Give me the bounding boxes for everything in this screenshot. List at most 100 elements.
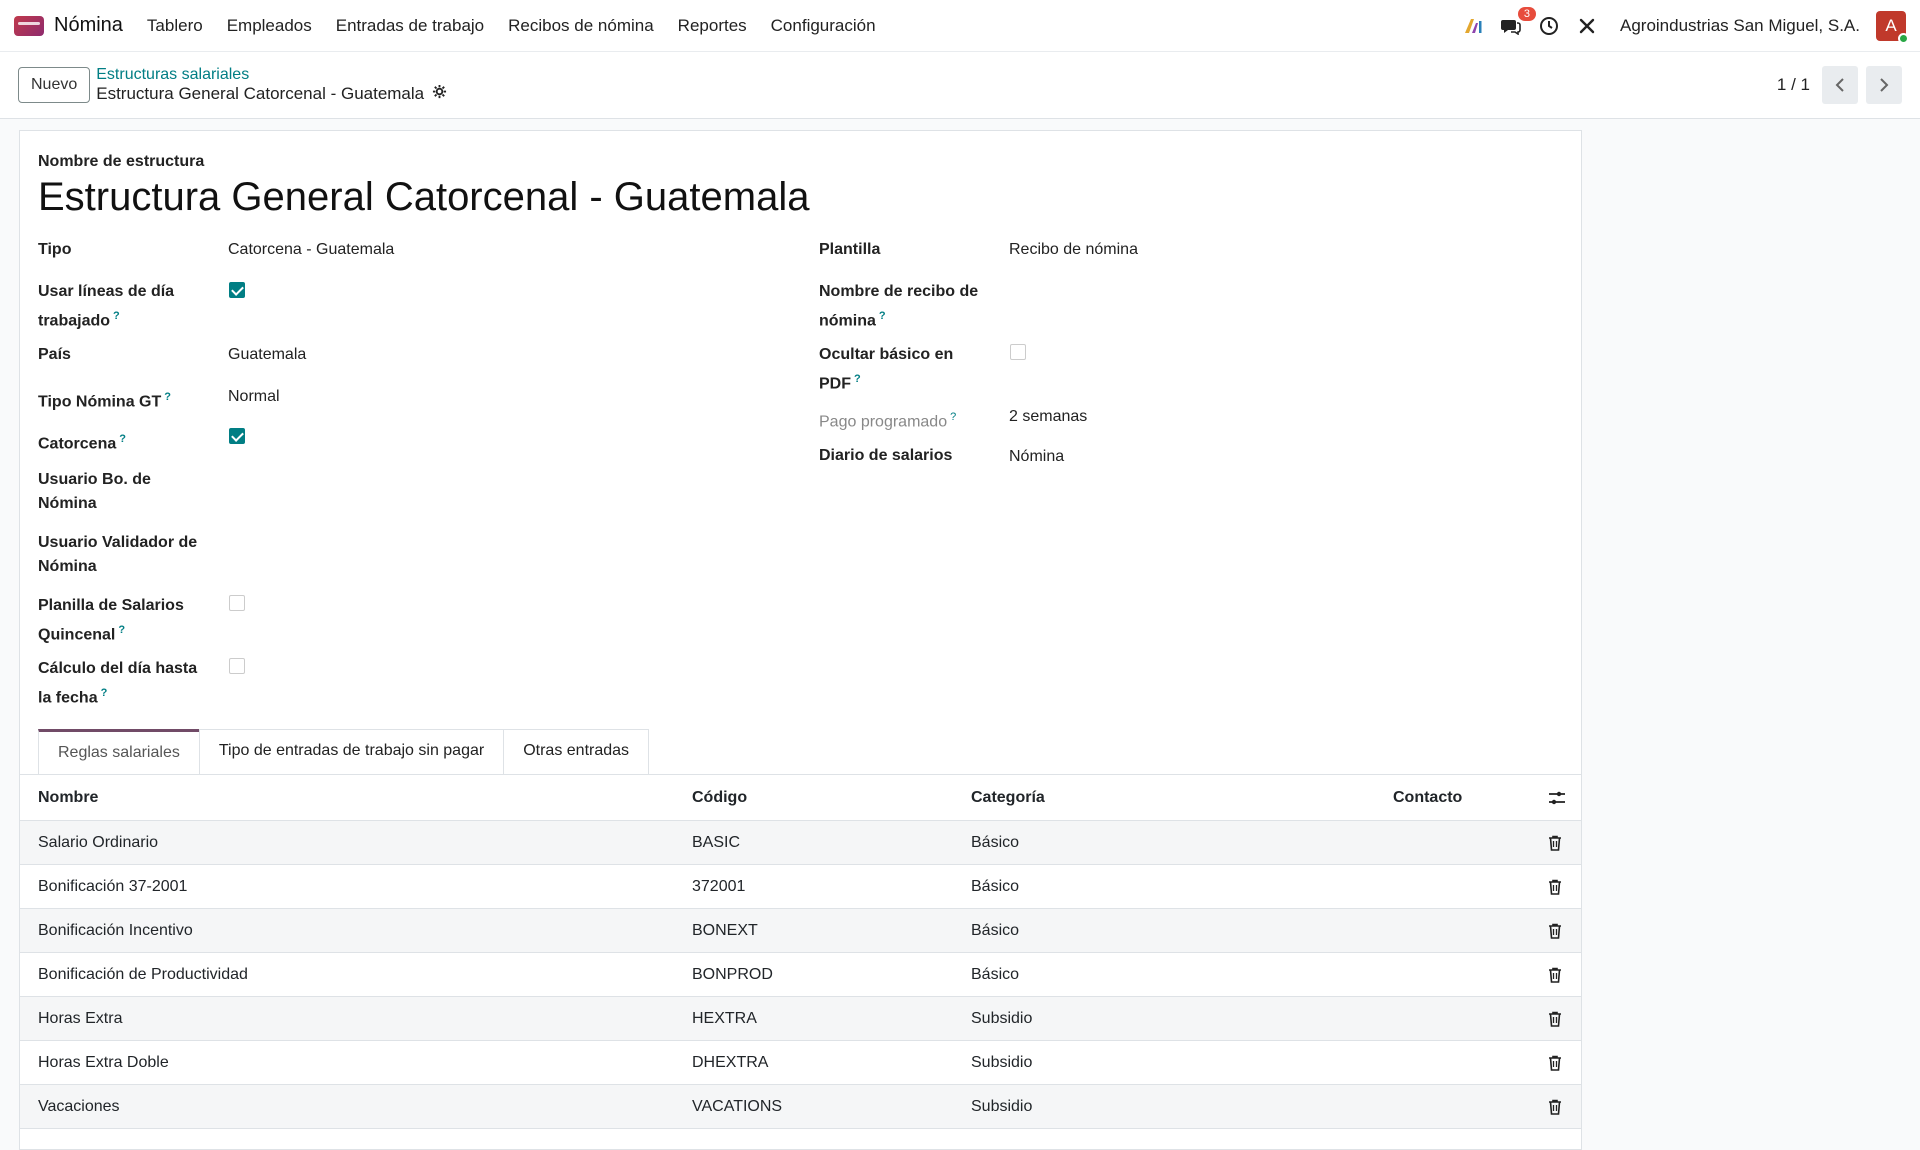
table-row[interactable]: Bonificación Incentivo BONEXT Básico <box>20 909 1581 953</box>
usar-lineas-checkbox[interactable] <box>229 282 245 298</box>
help-icon[interactable]: ? <box>101 687 108 699</box>
rule-name-cell: Bonificación Incentivo <box>38 921 193 939</box>
rule-category-cell: Básico <box>971 877 1020 895</box>
pager-count[interactable]: 1 / 1 <box>1777 75 1810 95</box>
table-row[interactable]: Horas Extra Doble DHEXTRA Subsidio <box>20 1041 1581 1085</box>
rule-code-cell: HEXTRA <box>692 1009 757 1027</box>
help-icon[interactable]: ? <box>879 310 886 322</box>
tipo-nomina-label-text: Tipo Nómina GT <box>38 393 162 411</box>
new-button[interactable]: Nuevo <box>18 67 91 103</box>
planilla-label: Planilla de Salarios Quincenal? <box>38 594 208 647</box>
plantilla-field[interactable]: Recibo de nómina <box>1009 241 1138 259</box>
planilla-checkbox[interactable] <box>229 595 245 611</box>
rule-name-cell: Bonificación 37-2001 <box>38 877 188 895</box>
rule-name-cell: Bonificación de Productividad <box>38 965 248 983</box>
trash-icon[interactable] <box>1548 923 1562 939</box>
calculo-checkbox[interactable] <box>229 658 245 674</box>
breadcrumb-parent-link[interactable]: Estructuras salariales <box>96 66 447 84</box>
tipo-nomina-field[interactable]: Normal <box>228 388 280 406</box>
catorcena-label: Catorcena? <box>38 427 208 456</box>
tipo-nomina-label: Tipo Nómina GT? <box>38 385 208 414</box>
ai-icon[interactable] <box>1462 15 1484 37</box>
menu-tablero[interactable]: Tablero <box>147 16 203 36</box>
usuario-bo-label: Usuario Bo. de Nómina <box>38 471 151 512</box>
table-row[interactable]: Salario Ordinario BASIC Básico <box>20 821 1581 865</box>
help-icon[interactable]: ? <box>118 624 125 636</box>
menu-entradas-trabajo[interactable]: Entradas de trabajo <box>336 16 484 36</box>
rule-name-cell: Vacaciones <box>38 1097 120 1115</box>
help-icon[interactable]: ? <box>854 373 861 385</box>
tipo-field[interactable]: Catorcena - Guatemala <box>228 241 394 259</box>
column-header-code[interactable]: Código <box>692 789 747 807</box>
menu-empleados[interactable]: Empleados <box>227 16 312 36</box>
notebook-tabs: Reglas salariales Tipo de entradas de tr… <box>38 729 650 774</box>
menu-configuracion[interactable]: Configuración <box>771 16 876 36</box>
menu-recibos-nomina[interactable]: Recibos de nómina <box>508 16 654 36</box>
payroll-app-icon[interactable] <box>14 15 44 36</box>
structure-name-label: Nombre de estructura <box>38 153 205 170</box>
clock-icon[interactable] <box>1538 15 1560 37</box>
nombre-recibo-label: Nombre de recibo de nómina? <box>819 280 989 333</box>
table-header: Nombre Código Categoría Contacto <box>20 774 1581 821</box>
help-icon[interactable]: ? <box>950 411 956 423</box>
pager-prev-button[interactable] <box>1822 66 1858 104</box>
pago-label: Pago programado? <box>819 405 989 434</box>
rule-name-cell: Horas Extra Doble <box>38 1053 169 1071</box>
tab-entradas-sin-pagar[interactable]: Tipo de entradas de trabajo sin pagar <box>198 729 505 774</box>
control-panel: Nuevo Estructuras salariales Estructura … <box>0 52 1920 119</box>
menu-reportes[interactable]: Reportes <box>678 16 747 36</box>
tab-otras-entradas[interactable]: Otras entradas <box>503 729 650 774</box>
column-header-category[interactable]: Categoría <box>971 789 1045 807</box>
help-icon[interactable]: ? <box>113 310 120 322</box>
table-row[interactable]: Vacaciones VACATIONS Subsidio <box>20 1085 1581 1129</box>
trash-icon[interactable] <box>1548 1099 1562 1115</box>
help-icon[interactable]: ? <box>119 433 126 445</box>
catorcena-checkbox[interactable] <box>229 428 245 444</box>
catorcena-label-text: Catorcena <box>38 435 117 453</box>
trash-icon[interactable] <box>1548 1011 1562 1027</box>
chat-icon[interactable]: 3 <box>1500 6 1536 37</box>
top-navbar: Nómina Tablero Empleados Entradas de tra… <box>0 0 1920 52</box>
trash-icon[interactable] <box>1548 1055 1562 1071</box>
pago-field: 2 semanas <box>1009 408 1088 425</box>
rule-category-cell: Subsidio <box>971 1097 1033 1115</box>
trash-icon[interactable] <box>1548 879 1562 895</box>
usar-lineas-label: Usar líneas de día trabajado? <box>38 280 208 333</box>
app-name[interactable]: Nómina <box>54 14 123 37</box>
rule-code-cell: BONEXT <box>692 921 758 939</box>
tools-icon[interactable] <box>1576 15 1598 37</box>
rule-code-cell: VACATIONS <box>692 1097 783 1115</box>
pais-field[interactable]: Guatemala <box>228 346 306 364</box>
rule-code-cell: DHEXTRA <box>692 1053 769 1071</box>
rule-code-cell: 372001 <box>692 877 746 895</box>
breadcrumb: Estructuras salariales Estructura Genera… <box>96 66 447 104</box>
ocultar-checkbox[interactable] <box>1010 344 1026 360</box>
column-settings-icon[interactable] <box>1548 790 1566 806</box>
plantilla-label: Plantilla <box>819 241 881 258</box>
pager-next-button[interactable] <box>1866 66 1902 104</box>
rule-category-cell: Básico <box>971 921 1020 939</box>
navbar-right: 3 Agroindustrias San Miguel, S.A. A <box>1462 6 1909 44</box>
calculo-label: Cálculo del día hasta la fecha? <box>38 657 208 710</box>
company-switcher[interactable]: Agroindustrias San Miguel, S.A. <box>1620 16 1860 36</box>
column-header-name[interactable]: Nombre <box>38 789 98 807</box>
gear-icon[interactable] <box>432 84 447 104</box>
table-row[interactable]: Horas Extra HEXTRA Subsidio <box>20 997 1581 1041</box>
user-avatar[interactable]: A <box>1876 10 1909 44</box>
diario-field[interactable]: Nómina <box>1009 448 1064 466</box>
table-row[interactable]: Bonificación de Productividad BONPROD Bá… <box>20 953 1581 997</box>
trash-icon[interactable] <box>1548 835 1562 851</box>
column-header-contact[interactable]: Contacto <box>1393 789 1462 807</box>
rule-code-cell: BASIC <box>692 833 741 851</box>
messages-badge: 3 <box>1517 6 1536 21</box>
nombre-recibo-label-text: Nombre de recibo de nómina <box>819 283 979 330</box>
rule-category-cell: Subsidio <box>971 1009 1033 1027</box>
tab-reglas-salariales[interactable]: Reglas salariales <box>38 729 200 774</box>
trash-icon[interactable] <box>1548 967 1562 983</box>
help-icon[interactable]: ? <box>164 391 171 403</box>
diario-label: Diario de salarios <box>819 447 953 464</box>
table-row[interactable]: Bonificación 37-2001 372001 Básico <box>20 865 1581 909</box>
online-status-dot <box>1898 32 1909 44</box>
structure-name-field[interactable]: Estructura General Catorcenal - Guatemal… <box>38 175 809 220</box>
calculo-label-text: Cálculo del día hasta la fecha <box>38 660 198 707</box>
